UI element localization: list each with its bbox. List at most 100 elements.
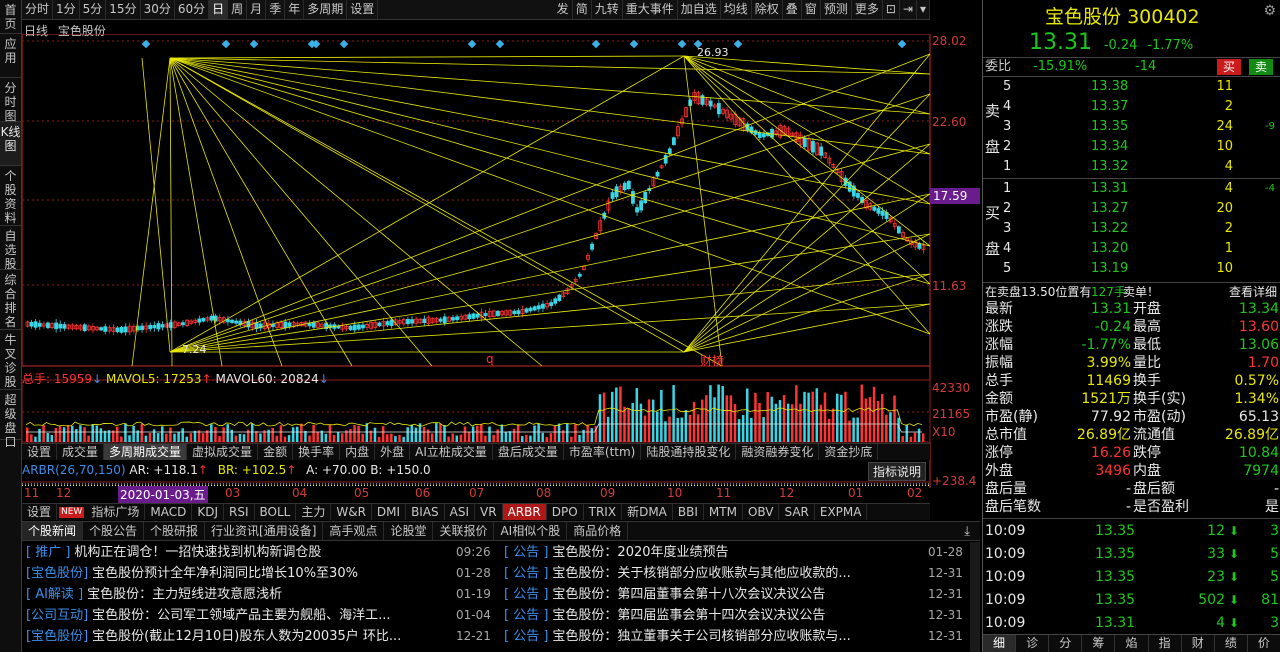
indicator-tab[interactable]: 新DMA xyxy=(622,504,673,520)
period-button[interactable]: 设置 xyxy=(347,0,379,19)
quote-tab[interactable]: 筹 xyxy=(1082,635,1116,652)
exit-icon[interactable]: ⇥ xyxy=(900,0,917,19)
news-item[interactable]: [宝色股份] 宝色股份(截止12月10日)股东人数为20035户 环比... 12-… xyxy=(26,626,496,647)
quote-tab[interactable]: 绩 xyxy=(1215,635,1248,652)
toolbar-button[interactable]: 加自选 xyxy=(678,0,721,19)
news-tab[interactable]: 论股堂 xyxy=(384,522,434,540)
indicator-tab[interactable]: 指标广场 xyxy=(86,504,146,520)
sidebar-tab[interactable]: 应用 xyxy=(0,34,21,78)
period-button[interactable]: 季 xyxy=(266,0,286,19)
indicator-tab[interactable]: MACD xyxy=(145,504,193,520)
news-item[interactable]: [ 公告 ] 宝色股份：第四届董事会第十八次会议决议公告 12-31 xyxy=(504,584,964,605)
indicator-tab[interactable]: RSI xyxy=(224,504,255,520)
news-item[interactable]: [宝色股份] 宝色股份预计全年净利润同比增长10%至30% 01-28 xyxy=(26,563,496,584)
indicator-tab[interactable]: ARBR xyxy=(502,504,547,520)
news-title[interactable]: 宝色股份：独立董事关于公司核销部分应收账款与... xyxy=(552,629,850,644)
news-title[interactable]: 机构正在调仓！一招快速找到机构新调仓股 xyxy=(74,545,321,560)
download-icon[interactable]: ⤓ xyxy=(964,524,970,539)
news-tab[interactable]: 高手观点 xyxy=(323,522,385,540)
period-button[interactable]: 周 xyxy=(228,0,248,19)
settings-icon[interactable]: ⚙ xyxy=(1263,3,1276,19)
volume-indicator-tab[interactable]: 成交量 xyxy=(57,444,105,460)
news-item[interactable]: [ 公告 ] 宝色股份：关于核销部分应收账款与其他应收款的... 12-31 xyxy=(504,563,964,584)
lock-icon[interactable]: ⊡ xyxy=(883,0,900,19)
news-tab[interactable]: 行业资讯[通用设备] xyxy=(205,522,324,540)
indicator-tab[interactable]: KDJ xyxy=(192,504,224,520)
volume-indicator-tab[interactable]: 市盈率(ttm) xyxy=(564,444,642,460)
quote-tab[interactable]: 焰 xyxy=(1115,635,1149,652)
volume-indicator-tab[interactable]: 外盘 xyxy=(375,444,411,460)
toolbar-button[interactable]: 重大事件 xyxy=(623,0,678,19)
sidebar-tab[interactable]: 分时图 xyxy=(0,78,21,123)
toolbar-button[interactable]: 简 xyxy=(573,0,592,19)
period-button[interactable]: 30分 xyxy=(141,0,175,19)
news-item[interactable]: [公司互动] 宝色股份：公司军工领域产品主要为舰船、海洋工... 01-04 xyxy=(26,605,496,626)
news-title[interactable]: 宝色股份：主力短线进攻意愿浅析 xyxy=(87,587,282,602)
volume-indicator-tab[interactable]: 内盘 xyxy=(340,444,376,460)
toolbar-button[interactable]: 叠 xyxy=(783,0,802,19)
period-button[interactable]: 分时 xyxy=(22,0,54,19)
news-item[interactable]: [ 公告 ] 宝色股份：第四届监事会第十四次会议决议公告 12-31 xyxy=(504,605,964,626)
toolbar-button[interactable]: 九转 xyxy=(592,0,623,19)
volume-indicator-tab[interactable]: AI立桩成交量 xyxy=(410,444,493,460)
news-title[interactable]: 宝色股份预计全年净利润同比增长10%至30% xyxy=(92,566,358,581)
news-tab[interactable]: 个股新闻 xyxy=(22,522,84,540)
indicator-tab[interactable]: ASI xyxy=(445,504,476,520)
quote-tab[interactable]: 价 xyxy=(1248,635,1280,652)
sidebar-tab[interactable]: 综合排名 xyxy=(0,270,21,330)
news-scrollbar[interactable] xyxy=(970,542,980,652)
indicator-tab[interactable]: DMI xyxy=(372,504,407,520)
indicator-tab[interactable]: W&R xyxy=(331,504,372,520)
news-tab[interactable]: 商品价格 xyxy=(567,522,629,540)
period-button[interactable]: 日 xyxy=(209,0,229,19)
sidebar-tab[interactable]: 超级盘口 xyxy=(0,390,21,449)
news-title[interactable]: 宝色股份：第四届监事会第十四次会议决议公告 xyxy=(552,608,825,623)
volume-indicator-tab[interactable]: 多周期成交量 xyxy=(104,444,188,460)
buy-button[interactable]: 买 xyxy=(1217,59,1241,75)
sell-button[interactable]: 卖 xyxy=(1249,59,1273,75)
indicator-tab[interactable]: TRIX xyxy=(584,504,623,520)
indicator-tab[interactable]: 设置 xyxy=(22,504,58,520)
indicator-tab[interactable]: EXPMA xyxy=(815,504,868,520)
indicator-tab[interactable]: MTM xyxy=(704,504,743,520)
dropdown-icon[interactable]: ▾ xyxy=(917,0,930,19)
sidebar-tab[interactable]: K线图 xyxy=(0,122,21,166)
quote-tab[interactable]: 财 xyxy=(1182,635,1215,652)
news-title[interactable]: 宝色股份：2020年度业绩预告 xyxy=(552,545,728,560)
period-button[interactable]: 年 xyxy=(285,0,305,19)
kline-chart[interactable] xyxy=(22,34,982,488)
quote-tab[interactable]: 指 xyxy=(1149,635,1182,652)
sidebar-tab[interactable]: 首页 xyxy=(0,0,21,34)
toolbar-button[interactable]: 除权 xyxy=(752,0,783,19)
caibang-marker[interactable]: 财榜 xyxy=(700,352,724,369)
indicator-tab[interactable]: BIAS xyxy=(406,504,445,520)
news-title[interactable]: 宝色股份：公司军工领域产品主要为舰船、海洋工... xyxy=(92,608,390,623)
sidebar-tab[interactable]: 自选股 xyxy=(0,226,21,271)
volume-indicator-tab[interactable]: 设置 xyxy=(22,444,58,460)
indicator-tab[interactable]: SAR xyxy=(779,504,815,520)
period-button[interactable]: 多周期 xyxy=(304,0,348,19)
news-item[interactable]: [ 公告 ] 宝色股份：独立董事关于公司核销部分应收账款与... 12-31 xyxy=(504,626,964,647)
indicator-tab[interactable]: OBV xyxy=(743,504,780,520)
period-button[interactable]: 月 xyxy=(247,0,267,19)
indicator-tab[interactable]: BBI xyxy=(673,504,704,520)
news-title[interactable]: 宝色股份(截止12月10日)股东人数为20035户 环比... xyxy=(92,629,401,644)
indicator-tab[interactable]: VR xyxy=(475,504,503,520)
period-button[interactable]: 5分 xyxy=(80,0,107,19)
news-title[interactable]: 宝色股份：第四届董事会第十八次会议决议公告 xyxy=(552,587,825,602)
volume-indicator-tab[interactable]: 盘后成交量 xyxy=(493,444,564,460)
news-item[interactable]: [ 公告 ] 宝色股份：2020年度业绩预告 01-28 xyxy=(504,542,964,563)
news-item[interactable]: [ 推广 ] 机构正在调仓！一招快速找到机构新调仓股 09:26 xyxy=(26,542,496,563)
sidebar-tab[interactable]: 牛叉诊股 xyxy=(0,330,21,390)
news-tab[interactable]: 个股公告 xyxy=(83,522,145,540)
toolbar-button[interactable]: 发 xyxy=(554,0,573,19)
volume-indicator-tab[interactable]: 融资融券变化 xyxy=(736,444,820,460)
indicator-tab[interactable]: 主力 xyxy=(296,504,332,520)
period-button[interactable]: 1分 xyxy=(53,0,80,19)
sidebar-tab[interactable]: 个股资料 xyxy=(0,166,21,226)
news-title[interactable]: 宝色股份：关于核销部分应收账款与其他应收款的... xyxy=(552,566,850,581)
volume-indicator-tab[interactable]: 虚拟成交量 xyxy=(187,444,259,460)
news-item[interactable]: [ AI解读 ] 宝色股份：主力短线进攻意愿浅析 01-19 xyxy=(26,584,496,605)
volume-indicator-tab[interactable]: 换手率 xyxy=(293,444,341,460)
news-tab[interactable]: 关联报价 xyxy=(433,522,495,540)
